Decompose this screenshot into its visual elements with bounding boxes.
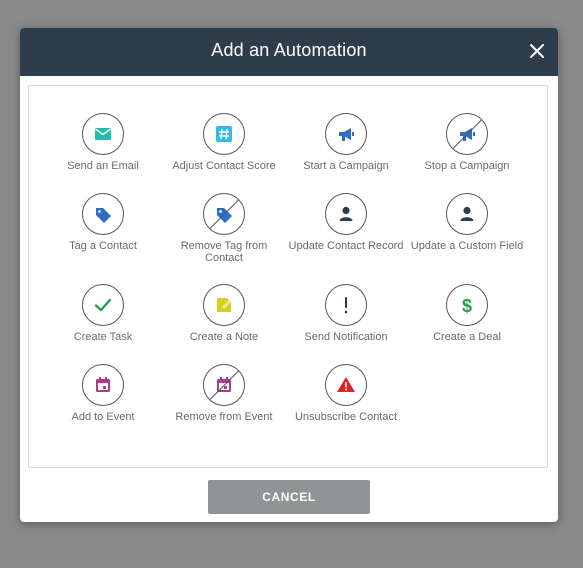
automation-option-update-contact-record[interactable]: Update Contact Record — [286, 193, 406, 252]
automation-option-label: Unsubscribe Contact — [294, 411, 398, 423]
automation-option-label: Remove Tag from Contact — [180, 240, 268, 264]
automation-option-create-task[interactable]: Create Task — [43, 284, 163, 343]
envelope-icon[interactable] — [82, 113, 124, 155]
close-icon[interactable] — [528, 42, 546, 60]
checkmark-icon[interactable] — [82, 284, 124, 326]
automation-option-remove-tag-from-contact[interactable]: Remove Tag from Contact — [164, 193, 284, 264]
automation-option-label: Tag a Contact — [69, 240, 137, 252]
tag-off-icon[interactable] — [203, 193, 245, 235]
automation-option-label: Update Contact Record — [288, 240, 404, 252]
automation-option-label: Create a Deal — [433, 331, 501, 343]
dialog-header: Add an Automation — [20, 28, 558, 76]
automation-option-stop-a-campaign[interactable]: Stop a Campaign — [407, 113, 527, 172]
automation-option-create-a-deal[interactable]: $ Create a Deal — [407, 284, 527, 343]
automation-option-label: Remove from Event — [175, 411, 273, 423]
person-icon[interactable] — [325, 193, 367, 235]
automation-option-label: Create Task — [73, 331, 133, 343]
automation-option-label: Send an Email — [67, 160, 139, 172]
automation-option-unsubscribe-contact[interactable]: Unsubscribe Contact — [286, 364, 406, 423]
automation-option-label: Stop a Campaign — [424, 160, 510, 172]
automation-option-label: Start a Campaign — [303, 160, 389, 172]
megaphone-off-icon[interactable] — [446, 113, 488, 155]
automation-option-label: Add to Event — [71, 411, 135, 423]
hashtag-icon[interactable] — [203, 113, 245, 155]
warning-icon[interactable] — [325, 364, 367, 406]
calendar-icon[interactable] — [82, 364, 124, 406]
automation-option-label: Adjust Contact Score — [172, 160, 276, 172]
automation-option-label: Create a Note — [189, 331, 259, 343]
svg-text:$: $ — [462, 296, 472, 316]
exclamation-icon[interactable] — [325, 284, 367, 326]
automation-option-tag-a-contact[interactable]: Tag a Contact — [43, 193, 163, 252]
automation-option-add-to-event[interactable]: Add to Event — [43, 364, 163, 423]
automation-option-label: Update a Custom Field — [410, 240, 524, 252]
automation-option-send-an-email[interactable]: Send an Email — [43, 113, 163, 172]
automation-option-remove-from-event[interactable]: Remove from Event — [164, 364, 284, 423]
megaphone-icon[interactable] — [325, 113, 367, 155]
automation-option-update-a-custom-field[interactable]: Update a Custom Field — [407, 193, 527, 252]
dollar-icon[interactable]: $ — [446, 284, 488, 326]
automation-option-label: Send Notification — [304, 331, 388, 343]
cancel-button[interactable]: CANCEL — [208, 480, 370, 514]
calendar-off-icon[interactable] — [203, 364, 245, 406]
automation-option-create-a-note[interactable]: Create a Note — [164, 284, 284, 343]
automation-option-adjust-contact-score[interactable]: Adjust Contact Score — [164, 113, 284, 172]
automation-option-start-a-campaign[interactable]: Start a Campaign — [286, 113, 406, 172]
add-automation-dialog: Add an Automation Send an Email Adjust Co… — [20, 28, 558, 522]
automation-options-panel: Send an Email Adjust Contact Score Start a… — [28, 85, 548, 468]
tag-icon[interactable] — [82, 193, 124, 235]
person-icon[interactable] — [446, 193, 488, 235]
dialog-title: Add an Automation — [211, 40, 367, 60]
note-pencil-icon[interactable] — [203, 284, 245, 326]
automation-grid: Send an Email Adjust Contact Score Start a… — [29, 86, 547, 467]
automation-option-send-notification[interactable]: Send Notification — [286, 284, 406, 343]
